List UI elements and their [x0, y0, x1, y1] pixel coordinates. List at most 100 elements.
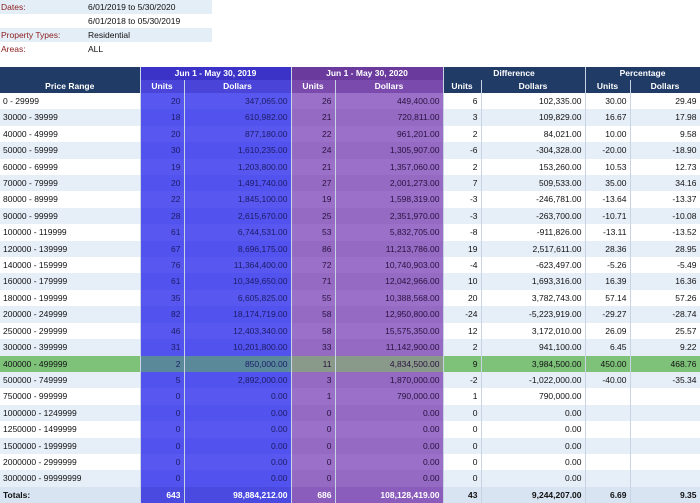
- value-cell: 0: [140, 470, 185, 487]
- value-cell: 1,203,800.00: [184, 158, 292, 176]
- value-cell: 0: [140, 453, 185, 471]
- value-cell: 961,201.00: [335, 125, 444, 143]
- value-cell: 12.73: [630, 158, 700, 176]
- value-cell: -13.11: [585, 224, 631, 241]
- table-row: 200000 - 249999 82 18,174,719.00 58 12,950,8…: [0, 306, 700, 323]
- filter-label: Property Types:: [1, 30, 61, 40]
- value-cell: 1,357,060.00: [335, 158, 444, 176]
- value-cell: 5,832,705.00: [335, 224, 444, 241]
- value-cell: 0: [140, 404, 185, 422]
- value-cell: 1,305,907.00: [335, 142, 444, 159]
- value-cell: 8,696,175.00: [184, 240, 292, 258]
- header-units: Units: [443, 80, 482, 93]
- value-cell: 46: [140, 322, 185, 340]
- value-cell: -20.00: [585, 142, 631, 159]
- value-cell: 61: [140, 273, 185, 290]
- price-range-cell: 1250000 - 1499999: [0, 421, 141, 438]
- filter-value: ALL: [88, 44, 104, 54]
- value-cell: 67: [140, 240, 185, 258]
- totals-cell: 686: [291, 486, 336, 503]
- filter-label: Dates:: [1, 2, 26, 12]
- value-cell: 1,693,316.00: [481, 273, 586, 290]
- value-cell: 509,533.00: [481, 175, 586, 192]
- value-cell: 0.00: [184, 421, 292, 438]
- table-row: 250000 - 299999 46 12,403,340.00 58 15,575,3…: [0, 322, 700, 340]
- value-cell: -5.26: [585, 257, 631, 274]
- table-row: 80000 - 89999 22 1,845,100.00 19 1,598,319.0…: [0, 191, 700, 208]
- table-row: 180000 - 199999 35 6,605,825.00 55 10,388,56…: [0, 289, 700, 307]
- value-cell: 2,351,970.00: [335, 207, 444, 225]
- value-cell: 1,845,100.00: [184, 191, 292, 208]
- value-cell: 10,349,650.00: [184, 273, 292, 290]
- value-cell: -13.64: [585, 191, 631, 208]
- value-cell: -6: [443, 142, 482, 159]
- value-cell: 468.76: [630, 355, 700, 372]
- value-cell: 2,892,000.00: [184, 371, 292, 389]
- value-cell: 0: [140, 437, 185, 454]
- value-cell: 10,740,903.00: [335, 257, 444, 274]
- value-cell: 15,575,350.00: [335, 322, 444, 340]
- value-cell: 24: [291, 142, 336, 159]
- value-cell: 0: [291, 453, 336, 471]
- value-cell: 0.00: [481, 421, 586, 438]
- value-cell: 35.00: [585, 175, 631, 192]
- value-cell: 11,364,400.00: [184, 257, 292, 274]
- price-range-cell: 60000 - 69999: [0, 158, 141, 176]
- table-row: 500000 - 749999 5 2,892,000.00 3 1,870,000.0…: [0, 371, 700, 389]
- value-cell: 25: [291, 207, 336, 225]
- value-cell: 26: [291, 93, 336, 110]
- value-cell: 18,174,719.00: [184, 306, 292, 323]
- value-cell: -3: [443, 207, 482, 225]
- value-cell: -911,826.00: [481, 224, 586, 241]
- table-row: 120000 - 139999 67 8,696,175.00 86 11,213,78…: [0, 240, 700, 258]
- value-cell: [585, 388, 631, 405]
- price-range-cell: 50000 - 59999: [0, 142, 141, 159]
- value-cell: 18: [140, 109, 185, 126]
- header-units: Units: [140, 80, 185, 93]
- table-row: 50000 - 59999 30 1,610,235.00 24 1,305,907.0…: [0, 142, 700, 159]
- value-cell: 12,403,340.00: [184, 322, 292, 340]
- value-cell: 0.00: [184, 404, 292, 422]
- value-cell: 2,615,670.00: [184, 207, 292, 225]
- value-cell: 4,834,500.00: [335, 355, 444, 372]
- value-cell: 76: [140, 257, 185, 274]
- value-cell: 35: [140, 289, 185, 307]
- value-cell: -304,328.00: [481, 142, 586, 159]
- value-cell: 0.00: [335, 453, 444, 471]
- value-cell: 0: [443, 437, 482, 454]
- value-cell: 9.58: [630, 125, 700, 143]
- value-cell: 0: [443, 404, 482, 422]
- value-cell: 20: [140, 175, 185, 192]
- value-cell: 2: [443, 125, 482, 143]
- table-row: 70000 - 79999 20 1,491,740.00 27 2,001,273.0…: [0, 175, 700, 192]
- price-range-cell: 1500000 - 1999999: [0, 437, 141, 454]
- price-range-cell: 500000 - 749999: [0, 371, 141, 389]
- value-cell: [585, 421, 631, 438]
- value-cell: [630, 437, 700, 454]
- value-cell: [630, 470, 700, 487]
- price-range-cell: 2000000 - 2999999: [0, 453, 141, 471]
- table-row: 750000 - 999999 0 0.00 1 790,000.00 1 790,000.…: [0, 388, 700, 405]
- value-cell: 0.00: [481, 404, 586, 422]
- value-cell: 0.00: [335, 404, 444, 422]
- value-cell: 2: [140, 355, 185, 372]
- value-cell: -13.52: [630, 224, 700, 241]
- table-row: 1500000 - 1999999 0 0.00 0 0.00 0 0.00: [0, 437, 700, 454]
- totals-cell: 108,128,419.00: [335, 486, 444, 503]
- filter-value: 6/01/2019 to 5/30/2020: [88, 2, 176, 12]
- value-cell: 86: [291, 240, 336, 258]
- value-cell: 29.49: [630, 93, 700, 110]
- value-cell: 0: [443, 470, 482, 487]
- table-row: 140000 - 159999 76 11,364,400.00 72 10,740,9…: [0, 257, 700, 274]
- value-cell: 0.00: [184, 437, 292, 454]
- value-cell: -35.34: [630, 371, 700, 389]
- value-cell: -263,700.00: [481, 207, 586, 225]
- price-range-cell: 300000 - 399999: [0, 339, 141, 356]
- table-row: 1000000 - 1249999 0 0.00 0 0.00 0 0.00: [0, 404, 700, 422]
- table-row: 300000 - 399999 31 10,201,800.00 33 11,142,9…: [0, 339, 700, 356]
- value-cell: 109,829.00: [481, 109, 586, 126]
- value-cell: [585, 437, 631, 454]
- filter-value: 6/01/2018 to 05/30/2019: [88, 16, 181, 26]
- totals-row: Totals: 643 98,884,212.00 686 108,128,41…: [0, 486, 700, 503]
- table-row: 40000 - 49999 20 877,180.00 22 961,201.00 2 84…: [0, 125, 700, 143]
